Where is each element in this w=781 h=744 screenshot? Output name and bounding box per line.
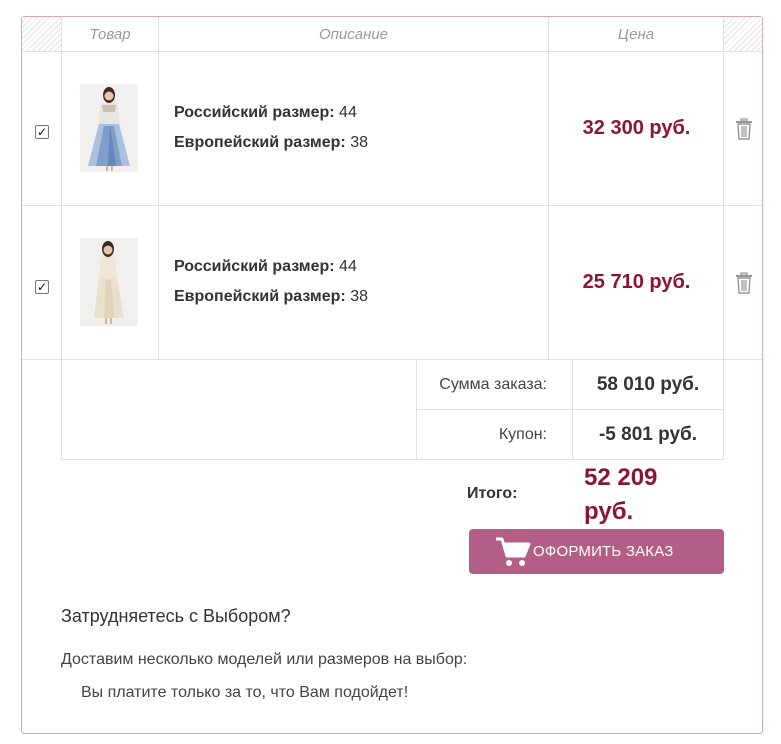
header-corner-right [724,17,762,52]
ru-size-label: Российский размер: [174,104,335,121]
order-sum-value: 58 010 руб. [573,360,724,410]
item-price: 25 710 руб. [582,271,691,293]
eu-size-label: Европейский размер: [174,134,346,151]
total-value: 52 209 руб. [584,464,658,525]
help-text: Доставим несколько моделей или размеров … [61,651,468,668]
coupon-value: -5 801 руб. [573,410,724,460]
item-description: Российский размер: 44 Европейский размер… [174,98,368,158]
coupon-label: Купон: [417,410,573,460]
eu-size-value: 38 [350,288,368,305]
ru-size-label: Российский размер: [174,258,335,275]
header-corner-left [22,17,62,52]
column-header-description: Описание [159,17,549,52]
product-image[interactable] [80,84,138,172]
trash-icon[interactable] [735,272,753,294]
help-title: Затрудняетесь с Выбором? [61,606,291,626]
eu-size-value: 38 [350,134,368,151]
cart-icon [495,536,531,568]
total-label: Итого: [467,485,518,502]
product-image[interactable] [80,238,138,326]
order-sum-label: Сумма заказа: [417,360,573,410]
help-note: Вы платите только за то, что Вам подойде… [81,684,409,701]
item-checkbox[interactable]: ✓ [35,125,49,139]
check-icon: ✓ [36,125,48,139]
ru-size-value: 44 [339,104,357,121]
item-checkbox[interactable]: ✓ [35,280,49,294]
column-header-price: Цена [549,17,724,52]
summary-spacer [61,360,417,460]
item-description: Российский размер: 44 Европейский размер… [174,252,368,312]
checkout-button-label: ОФОРМИТЬ ЗАКАЗ [533,543,674,560]
eu-size-label: Европейский размер: [174,288,346,305]
trash-icon[interactable] [735,118,753,140]
column-header-product: Товар [62,17,159,52]
check-icon: ✓ [36,280,48,294]
item-price: 32 300 руб. [582,117,691,139]
checkout-button[interactable]: ОФОРМИТЬ ЗАКАЗ [469,529,724,574]
ru-size-value: 44 [339,258,357,275]
